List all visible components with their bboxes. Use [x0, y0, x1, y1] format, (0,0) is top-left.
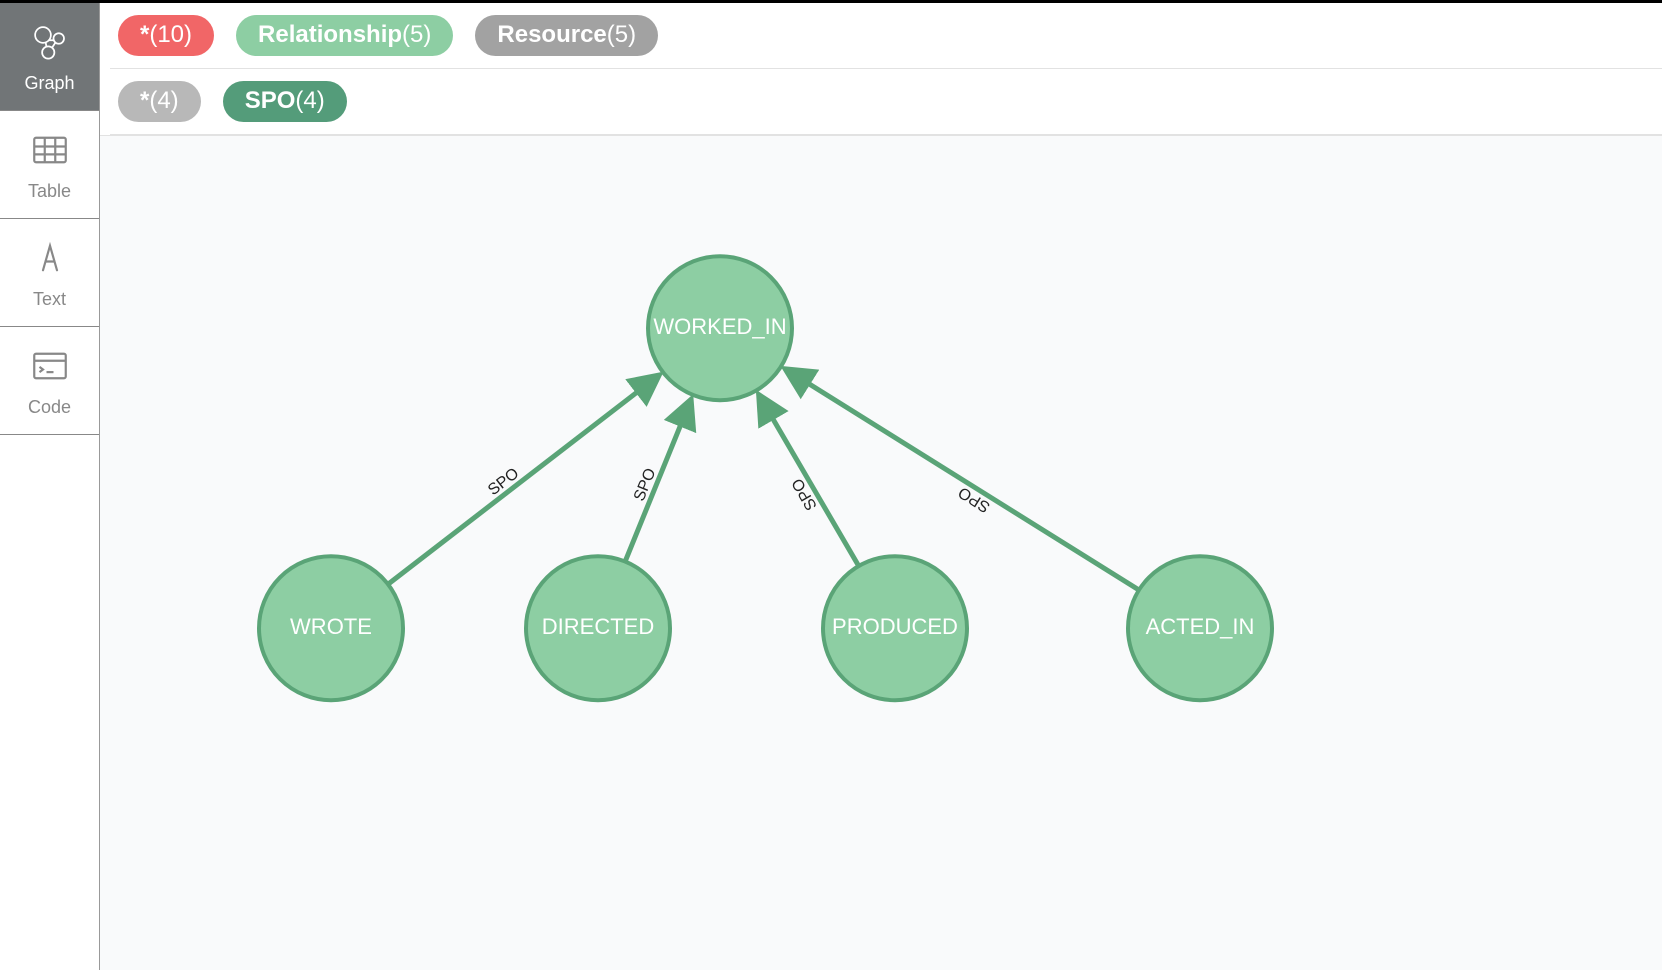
- graph-icon: [29, 21, 71, 63]
- graph-node-produced[interactable]: PRODUCED: [823, 556, 967, 700]
- view-sidebar: Graph Table Text: [0, 3, 100, 970]
- table-icon: [29, 129, 71, 171]
- pill-count: (10): [149, 21, 192, 50]
- graph-node-worked_in[interactable]: WORKED_IN: [648, 256, 792, 400]
- graph-svg[interactable]: SPOSPOSPOSPO WORKED_INWROTEDIRECTEDPRODU…: [100, 136, 1662, 970]
- graph-edge[interactable]: [388, 375, 659, 584]
- graph-edge[interactable]: [785, 369, 1139, 590]
- pill-count: (4): [149, 87, 178, 116]
- sidebar-item-text[interactable]: Text: [0, 219, 99, 327]
- rel-types-row: *(4) SPO(4): [110, 69, 1662, 135]
- sidebar-item-label: Code: [28, 397, 71, 418]
- legend-toolbar: *(10) Relationship(5) Resource(5) *(4) S…: [100, 3, 1662, 135]
- sidebar-item-label: Text: [33, 289, 66, 310]
- pill-name: Resource: [497, 21, 606, 50]
- pill-name: SPO: [245, 87, 296, 116]
- graph-canvas[interactable]: SPOSPOSPOSPO WORKED_INWROTEDIRECTEDPRODU…: [100, 135, 1662, 970]
- sidebar-item-graph[interactable]: Graph: [0, 3, 99, 111]
- sidebar-item-code[interactable]: Code: [0, 327, 99, 435]
- graph-node-acted_in[interactable]: ACTED_IN: [1128, 556, 1272, 700]
- graph-node-directed[interactable]: DIRECTED: [526, 556, 670, 700]
- node-labels-row: *(10) Relationship(5) Resource(5): [110, 3, 1662, 69]
- graph-edge[interactable]: [759, 394, 859, 565]
- pill-count: (5): [402, 21, 431, 50]
- text-icon: [29, 237, 71, 279]
- pill-name: *: [140, 21, 149, 50]
- graph-node-wrote[interactable]: WROTE: [259, 556, 403, 700]
- sidebar-item-label: Graph: [24, 73, 74, 94]
- pill-count: (4): [295, 87, 324, 116]
- node-label-resource[interactable]: Resource(5): [475, 15, 658, 56]
- node-label-all[interactable]: *(10): [118, 15, 214, 56]
- graph-edge[interactable]: [625, 399, 691, 561]
- main-panel: *(10) Relationship(5) Resource(5) *(4) S…: [100, 3, 1662, 970]
- code-icon: [29, 345, 71, 387]
- sidebar-item-table[interactable]: Table: [0, 111, 99, 219]
- pill-name: Relationship: [258, 21, 402, 50]
- pill-name: *: [140, 87, 149, 116]
- pill-count: (5): [607, 21, 636, 50]
- node-label-relationship[interactable]: Relationship(5): [236, 15, 453, 56]
- app-frame: Graph Table Text: [0, 0, 1662, 970]
- sidebar-item-label: Table: [28, 181, 71, 202]
- rel-type-spo[interactable]: SPO(4): [223, 81, 347, 122]
- rel-type-all[interactable]: *(4): [118, 81, 201, 122]
